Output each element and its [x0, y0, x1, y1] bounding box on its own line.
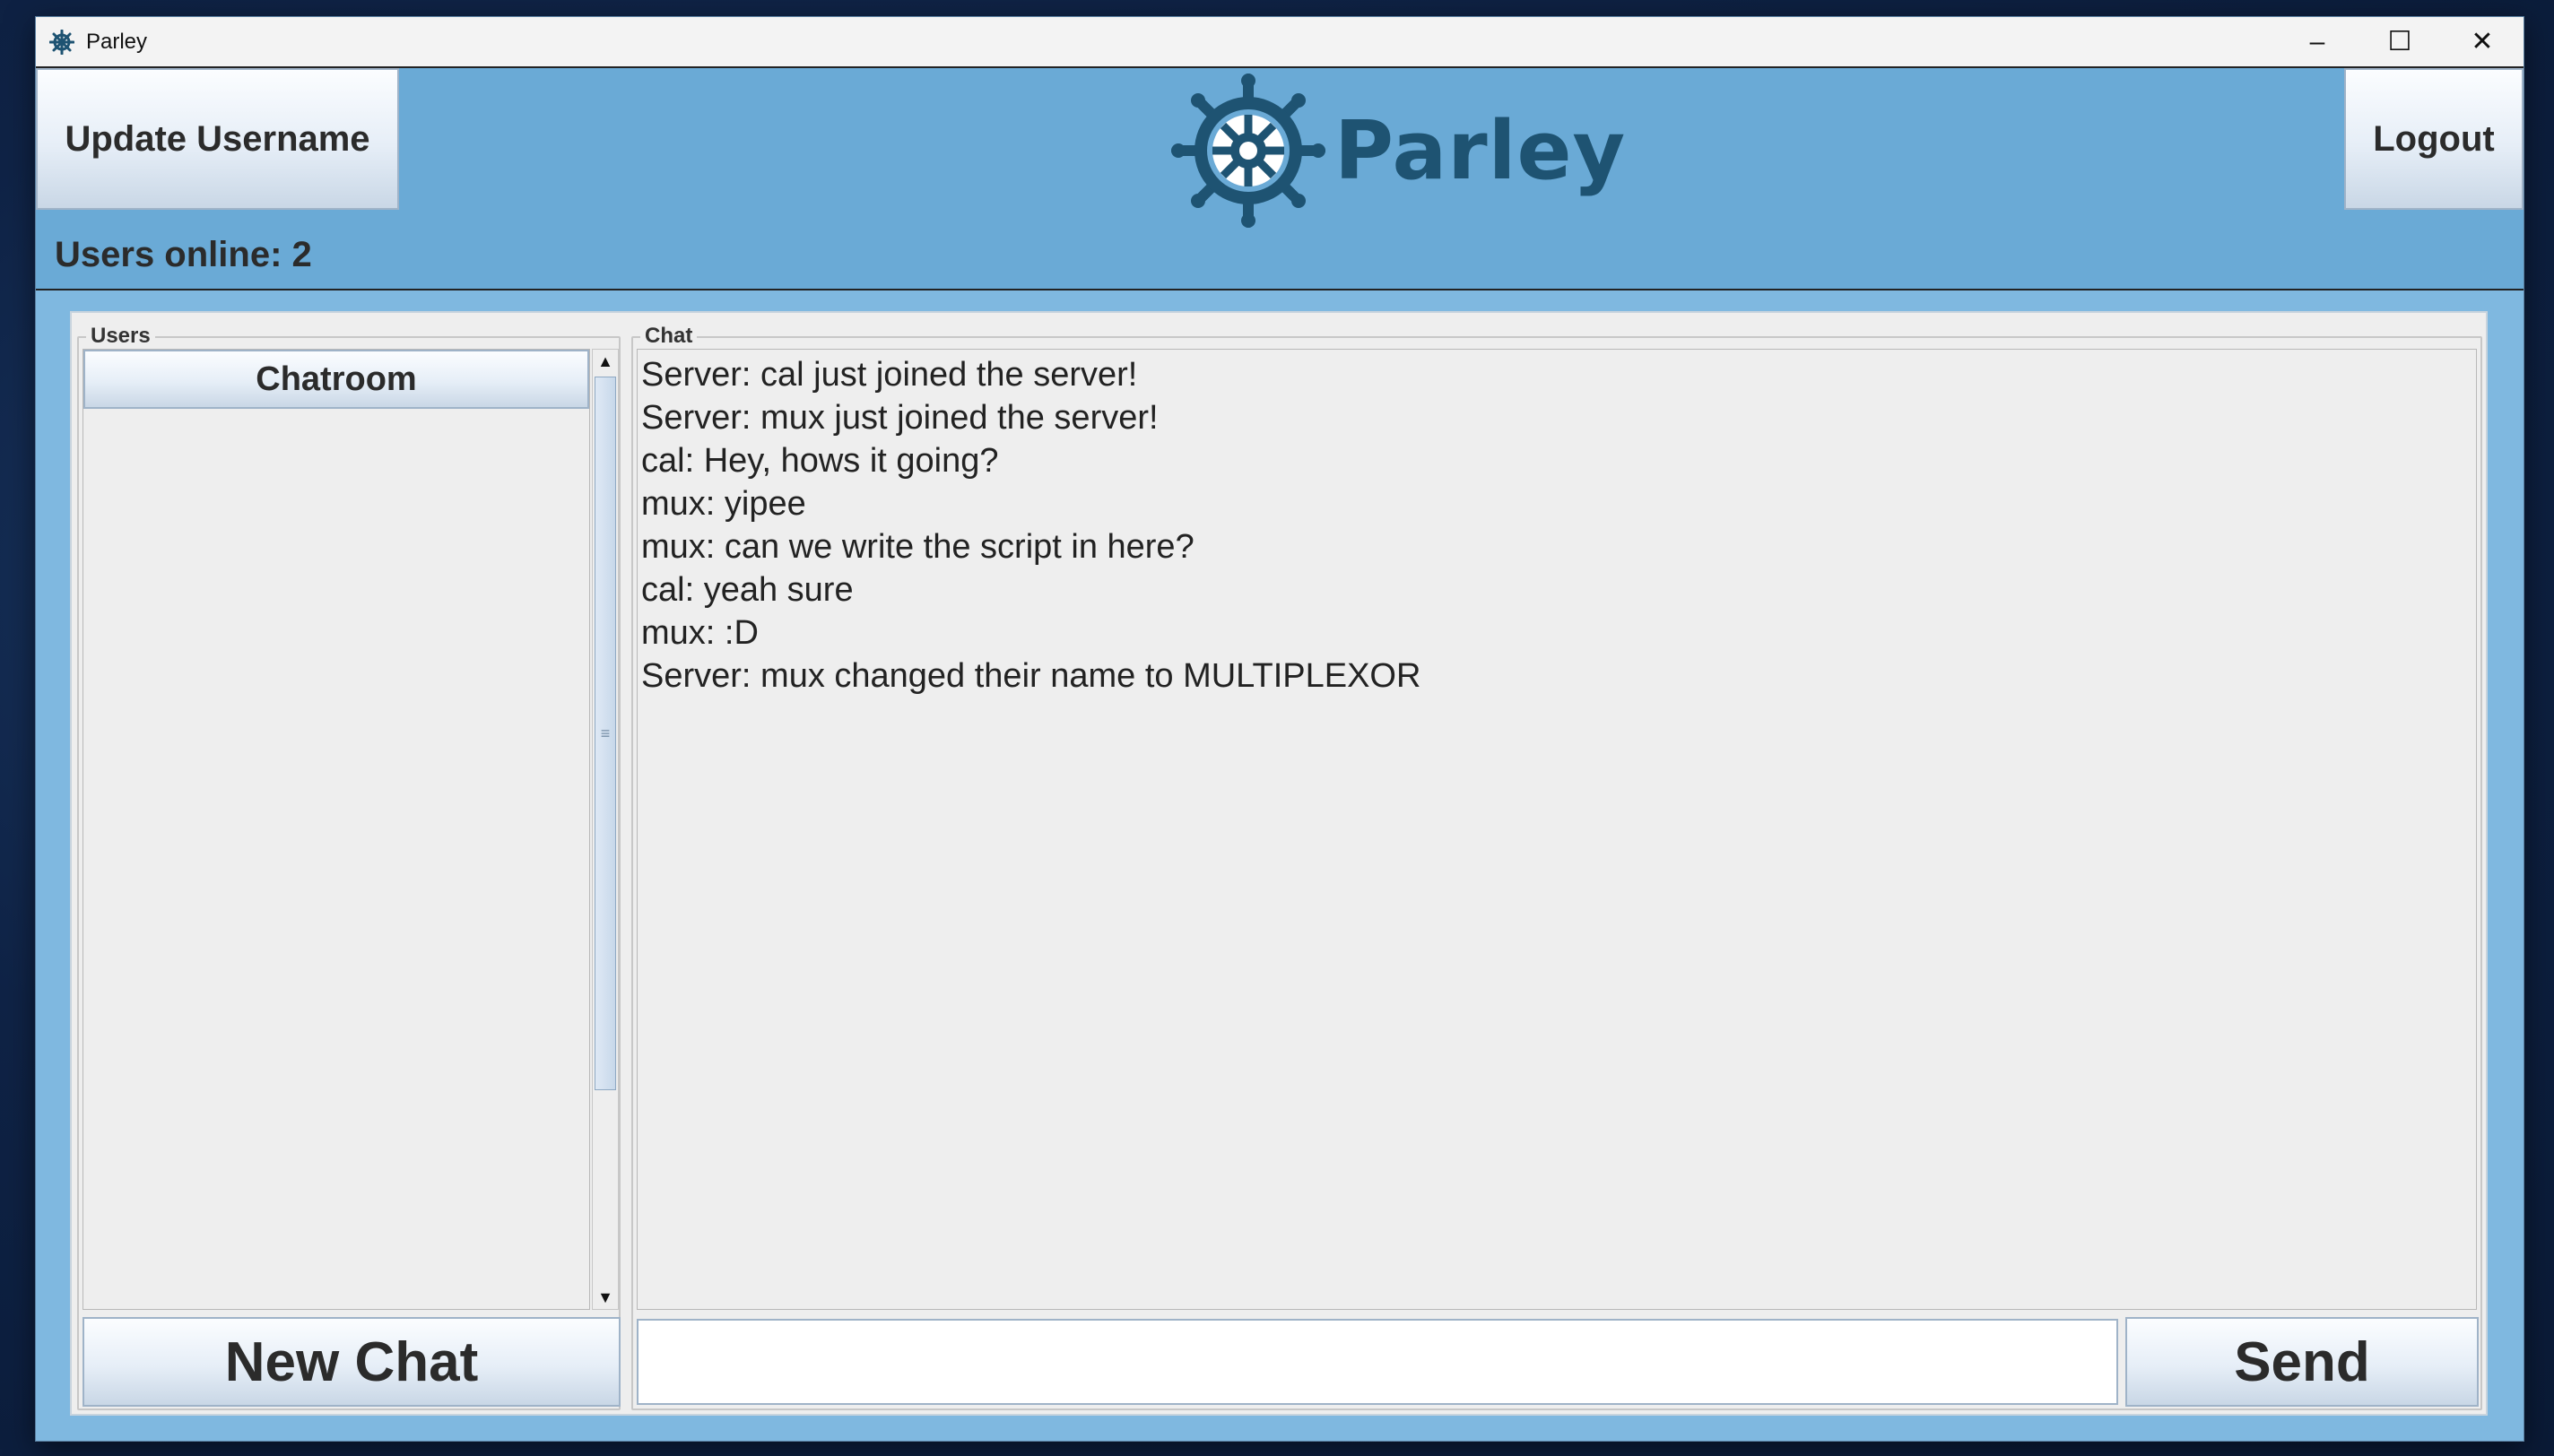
- minimize-icon[interactable]: –: [2276, 17, 2359, 66]
- new-chat-button[interactable]: New Chat: [83, 1317, 621, 1407]
- chat-message: cal: yeah sure: [641, 571, 854, 609]
- maximize-icon[interactable]: ☐: [2359, 17, 2441, 66]
- scroll-up-icon[interactable]: ▲: [593, 350, 618, 373]
- logout-button[interactable]: Logout: [2344, 68, 2524, 210]
- scroll-down-icon[interactable]: ▼: [593, 1286, 618, 1309]
- chat-message: mux: yipee: [641, 485, 806, 523]
- chat-message: mux: can we write the script in here?: [641, 528, 1194, 566]
- window-title: Parley: [86, 29, 148, 54]
- app-header: Update Username Parley Logout Users onli…: [36, 68, 2524, 290]
- ship-wheel-icon: [1171, 74, 1325, 228]
- ship-wheel-icon: [48, 29, 75, 56]
- users-panel: Users Chatroom ▲ ≡ ▼ New Chat: [77, 324, 621, 1410]
- update-username-button[interactable]: Update Username: [36, 68, 399, 210]
- chat-message: Server: mux changed their name to MULTIP…: [641, 657, 1421, 695]
- logo-text: Parley: [1334, 103, 1627, 198]
- users-list: Chatroom: [83, 349, 590, 1310]
- users-online-count: Users online: 2: [55, 235, 312, 274]
- chat-message: Server: cal just joined the server!: [641, 356, 1138, 394]
- app-window: Parley – ☐ ✕ Update Username Parley Logo…: [35, 16, 2524, 1442]
- chat-panel: Chat Server: cal just joined the server!…: [631, 324, 2482, 1410]
- users-legend: Users: [86, 324, 155, 349]
- message-input[interactable]: [637, 1319, 2118, 1405]
- send-button[interactable]: Send: [2125, 1317, 2479, 1407]
- main-content: Users Chatroom ▲ ≡ ▼ New Chat Chat Serve…: [70, 311, 2488, 1416]
- chat-legend: Chat: [640, 324, 698, 349]
- users-scrollbar[interactable]: ▲ ≡ ▼: [592, 349, 619, 1310]
- user-item-chatroom[interactable]: Chatroom: [83, 350, 589, 409]
- close-icon[interactable]: ✕: [2441, 17, 2524, 66]
- scroll-thumb[interactable]: ≡: [595, 377, 616, 1090]
- parley-logo: Parley: [1171, 74, 1626, 228]
- chat-messages: Server: cal just joined the server! Serv…: [637, 349, 2477, 1310]
- chat-message: mux: :D: [641, 614, 759, 652]
- chat-message: cal: Hey, hows it going?: [641, 442, 999, 480]
- chat-message: Server: mux just joined the server!: [641, 399, 1159, 437]
- title-bar[interactable]: Parley – ☐ ✕: [36, 17, 2524, 68]
